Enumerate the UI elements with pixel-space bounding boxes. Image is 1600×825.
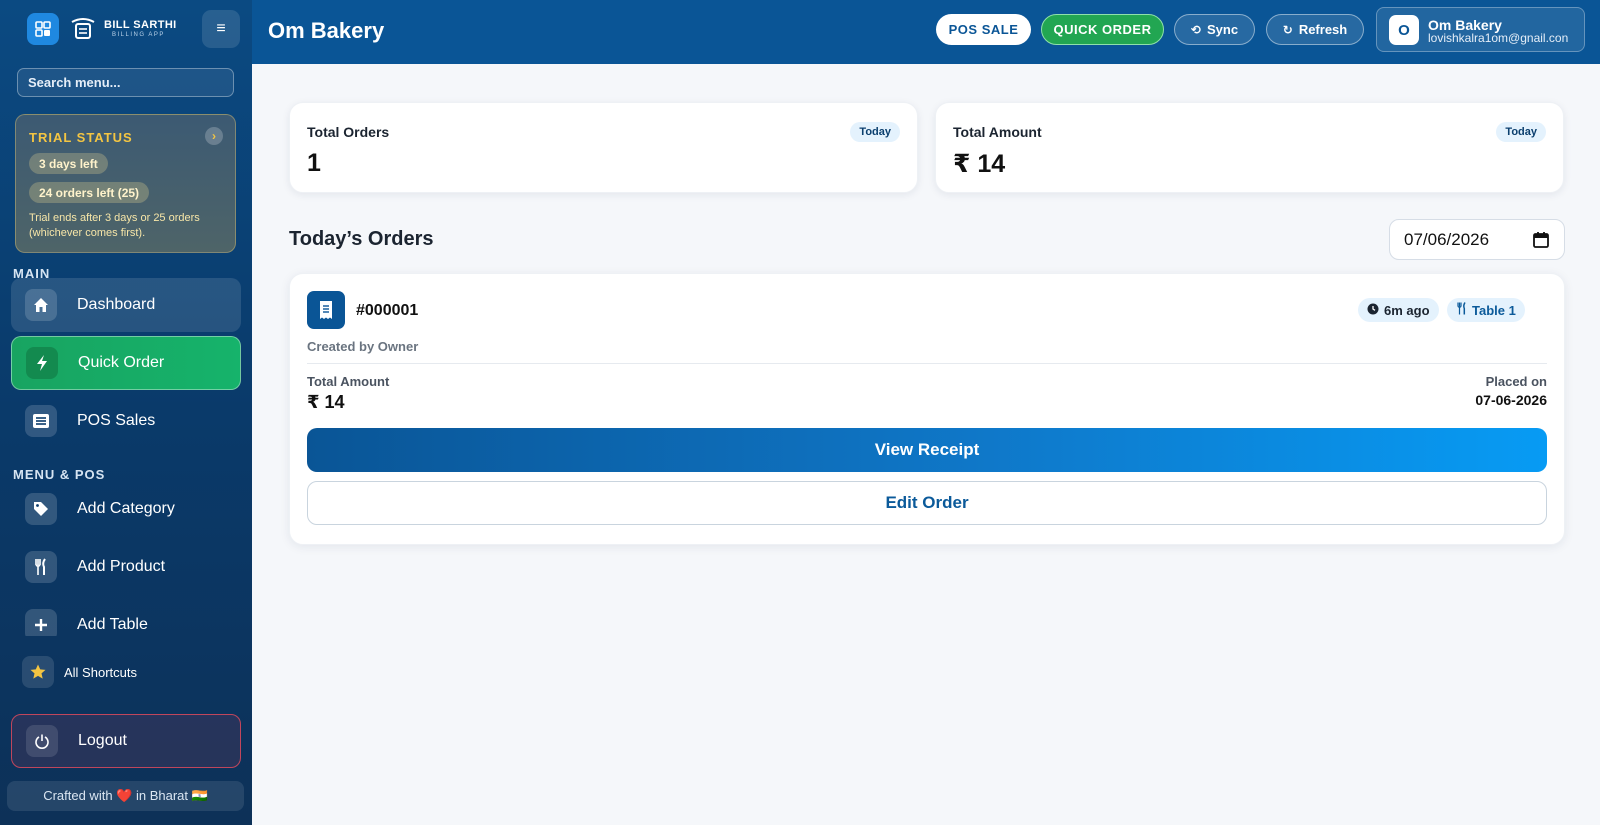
table-label: Table 1	[1472, 302, 1516, 318]
card-divider	[307, 363, 1547, 364]
stat-value: 1	[307, 149, 321, 177]
all-shortcuts-label: All Shortcuts	[64, 664, 137, 680]
refresh-button[interactable]: ↻ Refresh	[1266, 14, 1364, 45]
sidebar-item-label: Dashboard	[77, 296, 156, 313]
sidebar-scroll-area: Add Category Add Product Add Table	[0, 478, 252, 636]
top-header: Om Bakery POS SALE QUICK ORDER ⟲ Sync ↻ …	[252, 0, 1600, 64]
stat-label: Total Amount	[953, 124, 1042, 140]
order-card: #000001 Created by Owner 6m ago Table 1 …	[289, 273, 1565, 545]
edit-order-button[interactable]: Edit Order	[307, 481, 1547, 525]
order-id: #000001	[356, 302, 419, 319]
plus-icon	[25, 609, 57, 636]
user-email: lovishkalra1om@gnail.con	[1428, 31, 1569, 45]
home-icon	[25, 289, 57, 321]
table-badge: Table 1	[1447, 298, 1525, 322]
sidebar-item-add-category[interactable]: Add Category	[11, 482, 241, 536]
tag-icon	[25, 493, 57, 525]
stat-value: ₹ 14	[953, 150, 1006, 178]
brand-logo-icon	[68, 14, 98, 44]
quick-order-button[interactable]: QUICK ORDER	[1041, 14, 1164, 45]
date-value: 07/06/2026	[1404, 229, 1490, 249]
sidebar-item-label: POS Sales	[77, 412, 156, 429]
trial-status-card: TRIAL STATUS › 3 days left 24 orders lef…	[15, 114, 236, 253]
sidebar-item-label: Add Table	[77, 616, 148, 633]
brand-name: BILL SARTHI	[104, 19, 177, 31]
sidebar: BILL SARTHI BILLING APP ≡ TRIAL STATUS ›…	[0, 0, 252, 825]
menu-toggle-icon[interactable]: ≡	[202, 10, 240, 48]
main-content: Total Orders 1 Today Total Amount ₹ 14 T…	[252, 64, 1600, 825]
order-total-value: ₹ 14	[307, 392, 345, 412]
sidebar-item-label: Add Product	[77, 558, 166, 575]
trial-note: Trial ends after 3 days or 25 orders (wh…	[29, 212, 200, 239]
stat-card-total-orders: Total Orders 1 Today	[289, 102, 918, 193]
order-created-by: Created by Owner	[307, 339, 419, 354]
time-ago-badge: 6m ago	[1358, 298, 1439, 322]
sidebar-item-quick-order[interactable]: Quick Order	[11, 336, 241, 390]
view-receipt-button[interactable]: View Receipt	[307, 428, 1547, 472]
power-icon	[26, 725, 58, 757]
orders-section-title: Today’s Orders	[289, 228, 434, 250]
logout-button[interactable]: Logout	[11, 714, 241, 768]
all-shortcuts-button[interactable]: All Shortcuts	[22, 656, 137, 688]
pos-sale-button[interactable]: POS SALE	[936, 14, 1031, 45]
clock-icon	[1367, 303, 1379, 318]
order-total-label: Total Amount	[307, 374, 390, 389]
avatar: O	[1389, 15, 1419, 45]
sidebar-item-add-table[interactable]: Add Table	[11, 598, 241, 636]
receipt-icon	[307, 291, 345, 329]
bolt-icon	[26, 347, 58, 379]
sync-button[interactable]: ⟲ Sync	[1174, 14, 1255, 45]
page-title: Om Bakery	[268, 18, 385, 43]
today-badge: Today	[1496, 122, 1546, 142]
stat-card-total-amount: Total Amount ₹ 14 Today	[935, 102, 1564, 193]
logout-label: Logout	[78, 732, 127, 749]
date-picker[interactable]: 07/06/2026	[1389, 219, 1565, 260]
user-profile[interactable]: O Om Bakery lovishkalra1om@gnail.con	[1376, 7, 1585, 52]
list-icon	[25, 405, 57, 437]
sync-icon: ⟲	[1190, 22, 1201, 37]
star-icon	[22, 656, 54, 688]
sidebar-item-dashboard[interactable]: Dashboard	[11, 278, 241, 332]
placed-on-value: 07-06-2026	[1475, 392, 1547, 408]
sidebar-item-label: Quick Order	[78, 354, 165, 371]
brand-subtitle: BILLING APP	[112, 32, 165, 38]
sidebar-brand: BILL SARTHI BILLING APP ≡	[0, 0, 252, 58]
sidebar-item-add-product[interactable]: Add Product	[11, 540, 241, 594]
search-menu-input[interactable]	[17, 68, 234, 97]
crafted-footer: Crafted with ❤️ in Bharat 🇮🇳	[7, 781, 244, 811]
orders-left-badge: 24 orders left (25)	[29, 182, 150, 203]
utensils-icon	[25, 551, 57, 583]
today-badge: Today	[850, 122, 900, 142]
refresh-icon: ↻	[1282, 22, 1293, 37]
app-grid-icon[interactable]	[27, 13, 59, 45]
chevron-right-icon[interactable]: ›	[205, 127, 223, 145]
trial-status-title: TRIAL STATUS	[29, 130, 133, 145]
sidebar-item-label: Add Category	[77, 500, 175, 517]
stat-label: Total Orders	[307, 124, 390, 140]
sync-label: Sync	[1206, 22, 1239, 37]
calendar-icon[interactable]	[1532, 231, 1550, 249]
utensils-icon	[1456, 302, 1467, 318]
placed-on-label: Placed on	[1485, 374, 1547, 389]
time-ago-label: 6m ago	[1384, 302, 1430, 318]
refresh-label: Refresh	[1298, 22, 1348, 37]
days-left-badge: 3 days left	[29, 153, 108, 174]
sidebar-item-pos-sales[interactable]: POS Sales	[11, 394, 241, 448]
